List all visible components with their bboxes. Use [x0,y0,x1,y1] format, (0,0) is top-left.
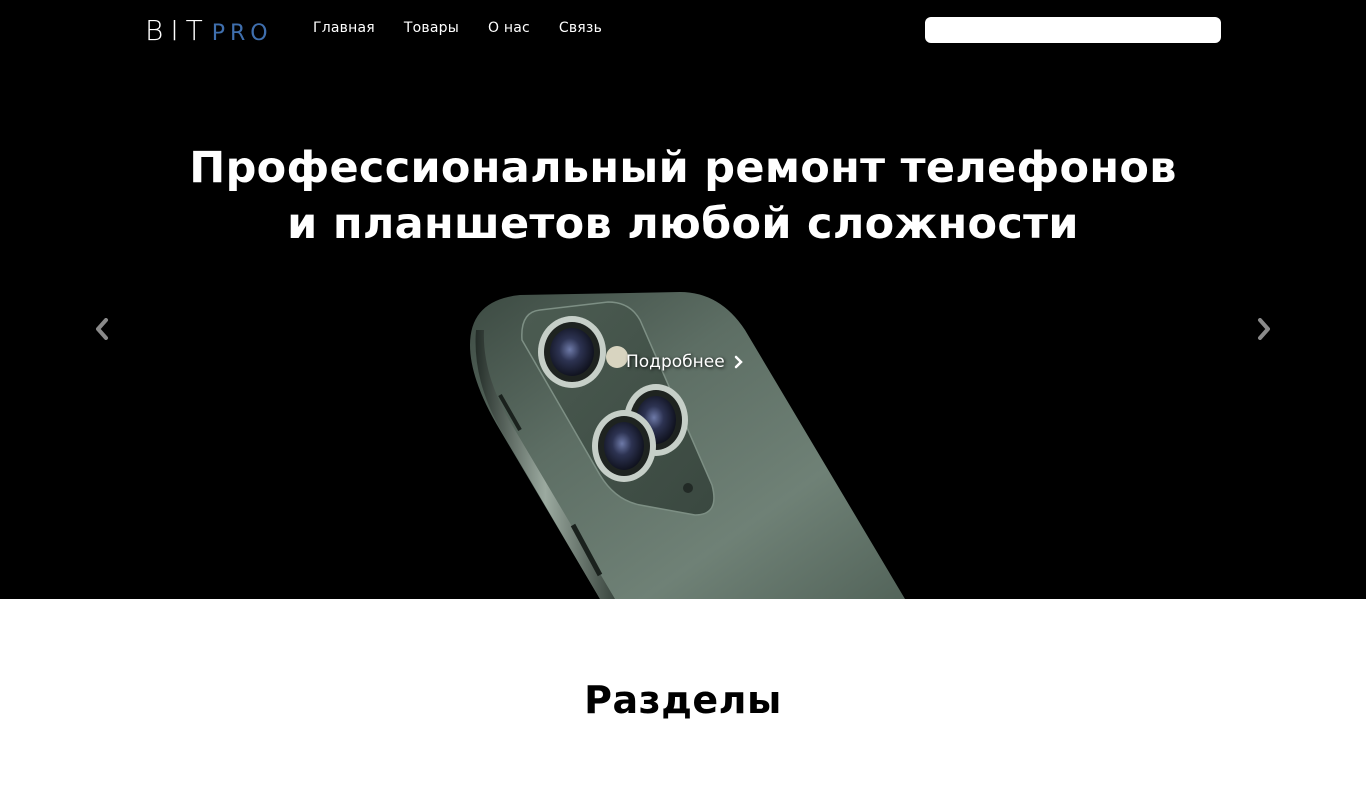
nav-link-products[interactable]: Товары [404,20,459,36]
hero-title: Профессиональный ремонт телефонов и план… [0,140,1366,252]
carousel-next-button[interactable] [1247,312,1281,346]
more-details-link[interactable]: Подробнее [626,352,743,372]
nav-link-contact[interactable]: Связь [559,20,602,36]
hero-title-line-2: и планшетов любой сложности [287,199,1079,249]
logo-text-bit: BIT [145,14,210,47]
search-input[interactable] [925,17,1221,43]
chevron-right-icon [1258,318,1270,340]
main-nav: Главная Товары О нас Связь [313,20,631,36]
chevron-left-icon [96,318,108,340]
navbar: BIT PRO Главная Товары О нас Связь [0,0,1366,60]
site-logo[interactable]: BIT PRO [145,14,273,47]
hero-title-line-1: Профессиональный ремонт телефонов [189,143,1177,193]
carousel-prev-button[interactable] [85,312,119,346]
hero-phone-image [0,0,1366,599]
sections-heading: Разделы [584,678,782,722]
chevron-right-small-icon [734,355,743,369]
logo-text-pro: PRO [211,21,273,46]
nav-link-about[interactable]: О нас [488,20,530,36]
nav-link-home[interactable]: Главная [313,20,375,36]
hero-carousel: BIT PRO Главная Товары О нас Связь Профе… [0,0,1366,599]
more-details-label: Подробнее [626,352,725,372]
